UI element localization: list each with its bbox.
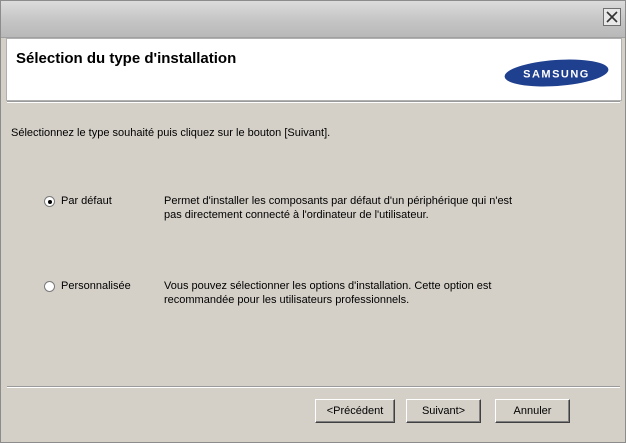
option-custom-desc-line1: Vous pouvez sélectionner les options d'i…: [164, 280, 492, 292]
installer-dialog: Sélection du type d'installation SAMSUNG…: [0, 0, 626, 443]
radio-default[interactable]: [44, 196, 55, 207]
option-default-label[interactable]: Par défaut: [61, 195, 112, 207]
option-default-description: Permet d'installer les composants par dé…: [164, 194, 512, 222]
option-custom-label[interactable]: Personnalisée: [61, 280, 131, 292]
title-bar[interactable]: [1, 1, 625, 38]
header-separator: [7, 101, 620, 103]
cancel-button[interactable]: Annuler: [495, 399, 570, 423]
close-icon: [606, 11, 618, 23]
option-custom-desc-line2: recommandée pour les utilisateurs profes…: [164, 294, 410, 306]
close-button[interactable]: [603, 8, 621, 26]
page-title: Sélection du type d'installation: [16, 50, 237, 67]
option-custom-description: Vous pouvez sélectionner les options d'i…: [164, 279, 491, 307]
option-default-desc-line2: pas directement connecté à l'ordinateur …: [164, 209, 429, 221]
back-button[interactable]: <Précédent: [315, 399, 395, 423]
option-default-desc-line1: Permet d'installer les composants par dé…: [164, 195, 513, 207]
samsung-logo: SAMSUNG: [504, 59, 609, 87]
next-button[interactable]: Suivant>: [406, 399, 481, 423]
radio-selected-dot: [48, 200, 52, 204]
header-panel: Sélection du type d'installation SAMSUNG: [6, 38, 622, 101]
footer-separator: [7, 386, 620, 388]
instruction-text: Sélectionnez le type souhaité puis cliqu…: [11, 127, 331, 139]
logo-text: SAMSUNG: [523, 69, 590, 81]
radio-custom[interactable]: [44, 281, 55, 292]
